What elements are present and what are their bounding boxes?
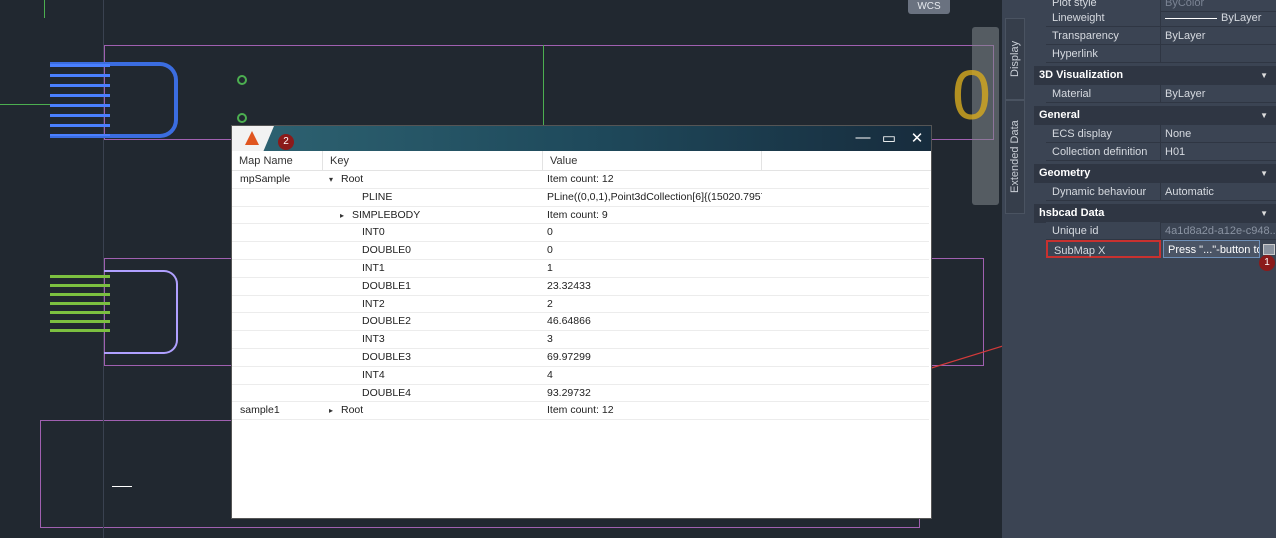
column-header-map-name[interactable]: Map Name xyxy=(232,151,323,170)
table-row[interactable]: DOUBLE2 46.64866 xyxy=(232,313,929,332)
dialog-title-bar[interactable]: 2 — ▭ ✕ xyxy=(232,126,931,151)
map-name-cell xyxy=(232,189,323,206)
value-cell: 23.32433 xyxy=(547,279,591,292)
key-cell: INT0 xyxy=(362,226,385,239)
property-row[interactable]: ECS display None xyxy=(1046,125,1276,143)
close-button[interactable]: ✕ xyxy=(906,129,928,147)
table-row[interactable]: DOUBLE1 23.32433 xyxy=(232,278,929,296)
table-row[interactable]: ▸ SIMPLEBODY Item count: 9 xyxy=(232,207,929,225)
table-row[interactable]: INT3 3 xyxy=(232,331,929,349)
property-row[interactable]: Hyperlink xyxy=(1046,45,1276,63)
maximize-button[interactable]: ▭ xyxy=(878,129,900,147)
key-cell: PLINE xyxy=(362,190,393,203)
submap-value-field[interactable]: Press "..."-button to xyxy=(1163,240,1260,258)
table-row[interactable]: INT4 4 xyxy=(232,367,929,385)
value-cell: Item count: 12 xyxy=(547,404,614,417)
value-cell: 4 xyxy=(547,368,553,381)
table-row[interactable]: DOUBLE3 69.97299 xyxy=(232,349,929,367)
value-cell: Item count: 9 xyxy=(547,208,608,221)
value-cell: Item count: 12 xyxy=(547,173,614,185)
tab-display[interactable]: Display xyxy=(1005,18,1025,100)
property-row[interactable]: Transparency ByLayer xyxy=(1046,27,1276,45)
section-general[interactable]: General ▼ xyxy=(1034,106,1276,125)
lineweight-sample-icon xyxy=(1165,17,1217,19)
map-name-cell xyxy=(232,313,323,330)
expand-toggle-icon[interactable]: ▸ xyxy=(340,207,352,224)
key-cell: INT3 xyxy=(362,333,385,346)
key-cell: DOUBLE4 xyxy=(362,386,412,399)
chevron-down-icon: ▼ xyxy=(1260,209,1268,218)
column-header-value[interactable]: Value xyxy=(543,151,762,170)
tab-extended-data[interactable]: Extended Data xyxy=(1005,100,1025,214)
key-cell: ▾ Root xyxy=(323,171,543,188)
value-cell: 0 xyxy=(547,226,553,239)
key-cell: ▸ Root xyxy=(323,402,543,419)
property-row[interactable]: Dynamic behaviour Automatic xyxy=(1046,183,1276,201)
chevron-down-icon: ▼ xyxy=(1260,111,1268,120)
key-cell: INT4 xyxy=(362,368,385,381)
table-row[interactable]: DOUBLE4 93.29732 xyxy=(232,385,929,403)
value-cell: 0 xyxy=(547,244,553,257)
annotation-badge-1: 1 xyxy=(1259,255,1275,271)
map-name-cell xyxy=(232,385,323,402)
app-logo-icon xyxy=(232,126,274,151)
map-name-cell xyxy=(232,278,323,295)
key-cell: DOUBLE1 xyxy=(362,279,412,292)
expand-toggle-icon[interactable]: ▸ xyxy=(329,402,341,419)
table-row[interactable]: DOUBLE0 0 xyxy=(232,242,929,260)
key-cell: DOUBLE0 xyxy=(362,244,412,257)
property-row[interactable]: Lineweight ByLayer xyxy=(1046,9,1276,27)
table-header: Map Name Key Value xyxy=(232,151,931,171)
property-row[interactable]: Material ByLayer xyxy=(1046,85,1276,103)
map-name-cell xyxy=(232,296,323,313)
value-cell: 93.29732 xyxy=(547,386,591,399)
column-header-key[interactable]: Key xyxy=(323,151,543,170)
table-row[interactable]: INT2 2 xyxy=(232,296,929,314)
key-cell: INT2 xyxy=(362,297,385,310)
value-cell: 3 xyxy=(547,333,553,346)
map-name-cell xyxy=(232,349,323,366)
map-name-cell xyxy=(232,207,323,224)
section-geometry[interactable]: Geometry ▼ xyxy=(1034,164,1276,183)
property-row[interactable]: Collection definition H01 xyxy=(1046,143,1276,161)
annotation-badge-2: 2 xyxy=(278,134,294,150)
map-name-cell xyxy=(232,260,323,277)
map-name-cell xyxy=(232,367,323,384)
property-row-submap-x[interactable]: SubMap X Press "..."-button to xyxy=(1046,240,1276,258)
table-row[interactable]: INT1 1 xyxy=(232,260,929,278)
value-cell: 2 xyxy=(547,297,553,310)
table-row[interactable]: PLINE PLine((0,0,1),Point3dCollection[6]… xyxy=(232,189,929,207)
property-row[interactable]: Unique id 4a1d8a2d-a12e-c948... xyxy=(1046,222,1276,240)
table-row[interactable]: INT0 0 xyxy=(232,224,929,243)
map-name-cell: sample1 xyxy=(240,404,280,417)
map-name-cell xyxy=(232,242,323,259)
minimize-button[interactable]: — xyxy=(852,129,874,146)
value-cell: PLine((0,0,1),Point3dCollection[6]{(1502… xyxy=(547,190,762,203)
properties-palette: Display Extended Data Plot style ByColor … xyxy=(1002,0,1276,538)
map-name-cell: mpSample xyxy=(240,173,291,185)
table-row[interactable]: sample1 ▸ Root Item count: 12 xyxy=(232,402,929,421)
value-cell: 69.97299 xyxy=(547,350,591,363)
key-cell: DOUBLE2 xyxy=(362,315,412,328)
table-row[interactable]: mpSample ▾ Root Item count: 12 xyxy=(232,171,929,189)
value-cell: 46.64866 xyxy=(547,315,591,328)
browse-button[interactable] xyxy=(1263,244,1275,255)
map-name-cell xyxy=(232,331,323,348)
expand-toggle-icon[interactable]: ▾ xyxy=(329,171,341,188)
key-cell: ▸ SIMPLEBODY xyxy=(323,207,543,224)
key-cell: DOUBLE3 xyxy=(362,350,412,363)
chevron-down-icon: ▼ xyxy=(1260,169,1268,178)
map-name-cell xyxy=(232,224,323,241)
key-cell: INT1 xyxy=(362,261,385,274)
map-explorer-dialog: 2 — ▭ ✕ Map Name Key Value mpSample ▾ Roo… xyxy=(231,125,932,519)
section-hsbcad-data[interactable]: hsbcad Data ▼ xyxy=(1034,204,1276,223)
section-3d-visualization[interactable]: 3D Visualization ▼ xyxy=(1034,66,1276,85)
chevron-down-icon: ▼ xyxy=(1260,71,1268,80)
value-cell: 1 xyxy=(547,261,553,274)
tree-table: mpSample ▾ Root Item count: 12 PLINE PLin… xyxy=(232,171,931,421)
